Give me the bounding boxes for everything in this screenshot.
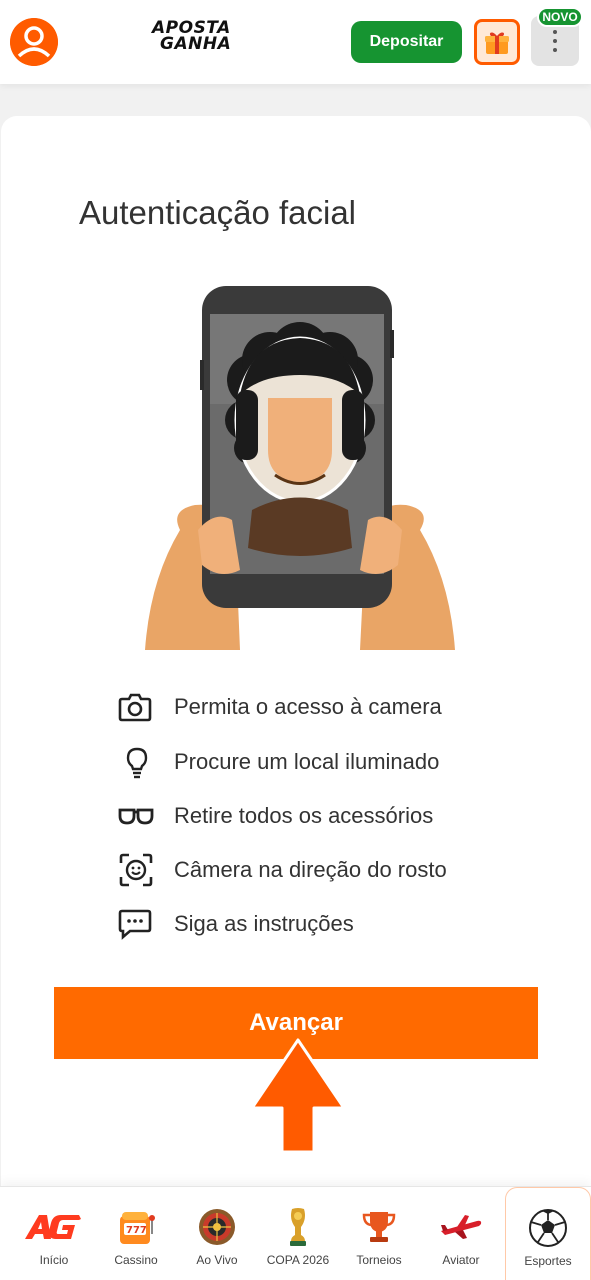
page-title: Autenticação facial <box>79 194 357 231</box>
tip-instructions: Siga as instruções <box>118 906 538 942</box>
nav-label: Ao Vivo <box>196 1253 238 1267</box>
nav-label: Cassino <box>114 1253 158 1267</box>
glasses-icon <box>118 798 158 834</box>
nav-label: Torneios <box>356 1253 402 1267</box>
camera-icon <box>118 689 158 725</box>
deposit-button[interactable]: Depositar <box>351 21 462 63</box>
tip-text: Câmera na direção do rosto <box>174 857 447 882</box>
chat-icon <box>118 906 158 942</box>
nav-torneios[interactable]: Torneios <box>339 1187 419 1280</box>
tip-camera: Permita o acesso à camera <box>118 689 538 725</box>
tip-text: Siga as instruções <box>174 911 354 936</box>
trophy-cup-icon <box>285 1205 311 1249</box>
soccer-ball-icon <box>528 1206 568 1250</box>
nav-cassino[interactable]: 777 Cassino <box>96 1187 176 1280</box>
tip-face-direction: Câmera na direção do rosto <box>118 852 538 888</box>
new-badge: NOVO <box>537 7 583 27</box>
tip-text: Retire todos os acessórios <box>174 803 434 828</box>
nav-label: COPA 2026 <box>266 1253 330 1267</box>
airplane-icon <box>439 1205 483 1249</box>
trophy-icon <box>361 1205 397 1249</box>
slot-machine-icon: 777 <box>116 1205 156 1249</box>
nav-inicio[interactable]: Início <box>14 1187 94 1280</box>
face-auth-illustration <box>140 280 460 650</box>
nav-esportes[interactable]: Esportes <box>505 1187 591 1280</box>
nav-ao-vivo[interactable]: Ao Vivo <box>177 1187 257 1280</box>
face-scan-icon <box>118 852 158 888</box>
bottom-navigation: Início 777 Cassino Ao Vivo COPA 2026 Tor… <box>0 1186 591 1280</box>
roulette-icon <box>197 1205 237 1249</box>
nav-copa-2026[interactable]: COPA 2026 <box>258 1187 338 1280</box>
tip-lighting: Procure um local iluminado <box>118 744 538 780</box>
tip-text: Permita o acesso à camera <box>174 694 442 719</box>
profile-avatar-icon[interactable] <box>10 18 58 66</box>
lightbulb-icon <box>118 744 158 780</box>
ag-logo-icon <box>23 1205 85 1249</box>
nav-label: Esportes <box>524 1254 572 1268</box>
gift-icon <box>485 32 509 54</box>
logo-line-2: GANHA <box>160 34 232 54</box>
pointer-arrow-icon <box>250 1038 346 1154</box>
nav-aviator[interactable]: Aviator <box>421 1187 501 1280</box>
gift-button[interactable] <box>474 19 520 65</box>
top-bar: APOSTA GANHA Depositar NOVO <box>0 0 591 84</box>
nav-label: Início <box>39 1253 69 1267</box>
nav-label: Aviator <box>442 1253 480 1267</box>
tip-text: Procure um local iluminado <box>174 749 440 774</box>
more-vertical-icon <box>553 30 557 52</box>
brand-logo[interactable]: APOSTA GANHA <box>152 20 270 58</box>
tip-accessories: Retire todos os acessórios <box>118 798 538 834</box>
svg-text:777: 777 <box>126 1225 147 1236</box>
